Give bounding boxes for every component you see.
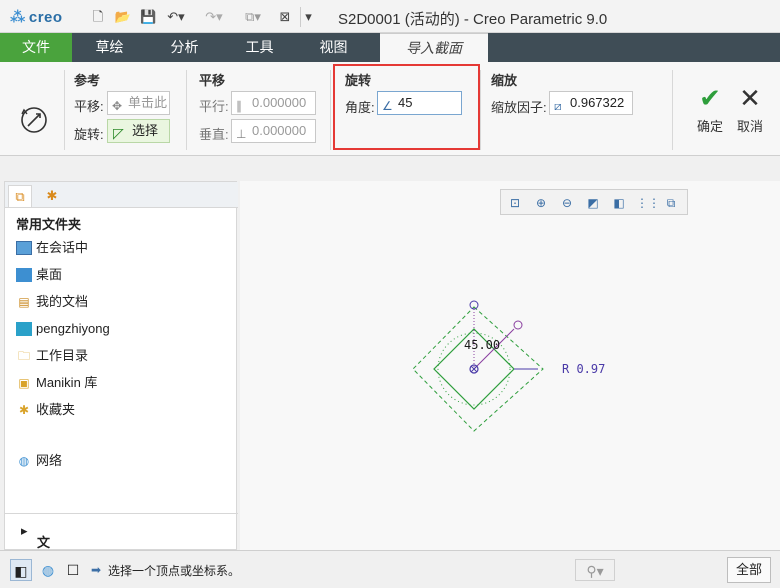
graphics-window[interactable]: ⊡ ⊕ ⊖ ◩ ◧ ⋮⋮ ⧉ 45.00 R 0.97 [240,181,780,550]
sketch-canvas: 45.00 R 0.97 [412,300,605,432]
perpendicular-input[interactable]: ⊥ 0.000000 [231,119,316,143]
reference-group-title: 参考 [74,73,101,88]
window-title: S2D0001 (活动的) - Creo Parametric 9.0 [338,11,608,28]
scale-group-title: 缩放 [491,73,518,88]
cancel-button[interactable]: ✕ 取消 [730,84,770,135]
translate-ref-placeholder: 单击此 [128,95,168,110]
network-icon: ◍ [18,454,30,468]
parallel-label: 平行: [199,99,229,114]
redo-icon[interactable]: ↷▾ [201,7,227,27]
customize-toolbar-icon[interactable]: ▾ [300,7,316,27]
translate-ref-collector[interactable]: ✥ 单击此 [107,91,170,115]
working-folder-icon: 🗀 [17,349,30,363]
folder-label: 我的文档 [36,294,89,309]
folder-label: 工作目录 [36,348,89,363]
folder-label: 收藏夹 [36,402,76,417]
folder-item-working-directory[interactable]: 🗀 工作目录 [16,346,88,366]
folder-label: 桌面 [36,267,63,282]
close-window-icon[interactable]: ⊠ [277,7,293,27]
folder-item-in-session[interactable]: 在会话中 [16,238,88,258]
message-arrow-icon: ➡ [90,563,102,577]
fullscreen-icon[interactable]: ☐ [62,559,84,581]
folder-item-pengzhiyong[interactable]: pengzhiyong [16,319,110,339]
creo-logo: ⁂ creo [10,9,63,26]
monitor-icon [16,241,32,255]
scale-factor-value: 0.967322 [570,95,625,110]
common-folders-header: 常用文件夹 [16,217,82,232]
folder-label: 在会话中 [36,240,89,255]
scale-dimension[interactable]: R 0.97 [562,362,605,376]
ok-button[interactable]: ✔ 确定 [690,84,730,135]
model-tree-tab-icon[interactable]: ⧉ [8,185,32,207]
documents-icon: ▤ [18,295,30,309]
move-icon: ✥ [112,99,123,113]
selection-filter-dropdown[interactable]: 全部 [727,557,771,583]
scale-factor-input[interactable]: ⧄ 0.967322 [549,91,633,115]
ok-label: 确定 [696,119,723,134]
rotate-ref-select-label: 选择 [132,123,159,138]
navigator-tabs: ⧉ ✱ [5,182,238,208]
user-computer-icon [16,322,32,336]
translate-group-title: 平移 [199,73,226,88]
network-label: 网络 [36,453,63,468]
open-folder-icon[interactable]: 📂 [114,7,132,27]
cancel-label: 取消 [736,119,763,134]
status-message: 选择一个顶点或坐标系。 [108,564,241,578]
close-icon: ✕ [739,83,761,113]
rotate-handle-icon[interactable] [14,100,54,140]
new-file-icon[interactable]: 🗋 [90,7,106,27]
rotate-ref-label: 旋转: [74,127,104,142]
rotation-handle-angled [513,320,523,330]
manikin-library-icon: ▣ [18,376,30,390]
perpendicular-label: 垂直: [199,127,229,142]
perpendicular-icon: ⊥ [236,127,247,141]
folder-item-desktop[interactable]: 桌面 [16,265,62,285]
parallel-value: 0.000000 [252,95,307,110]
tab-sketch[interactable]: 草绘 [82,33,137,62]
desktop-icon [16,268,32,282]
folder-label: Manikin 库 [36,375,98,390]
parallel-input[interactable]: ∥ 0.000000 [231,91,316,115]
regenerate-icon[interactable]: ⧉▾ [239,7,267,27]
browser-toggle-icon[interactable]: ◍ [37,559,59,581]
folder-item-network[interactable]: ◍ 网络 [16,451,62,471]
status-bar: ◧ ◍ ☐ ➡ 选择一个顶点或坐标系。 ⚲▾ 全部 [0,550,780,588]
tab-analysis[interactable]: 分析 [157,33,212,62]
select-curve-icon: ◸ [113,125,124,141]
parallel-icon: ∥ [236,99,242,113]
checkmark-icon: ✔ [699,83,721,113]
folder-tree-label: ▸ 文件夹树 [21,523,50,588]
save-icon[interactable]: 💾 [140,7,156,27]
angle-dimension[interactable]: 45.00 [464,338,500,352]
scale-icon: ⧄ [554,99,562,113]
folder-tree-toggle[interactable]: ▸ 文件夹树 [5,513,238,588]
folder-item-documents[interactable]: ▤ 我的文档 [16,292,88,312]
folder-label: pengzhiyong [36,321,110,336]
folder-item-manikin-library[interactable]: ▣ Manikin 库 [16,373,97,393]
tab-view[interactable]: 视图 [306,33,361,62]
tab-file[interactable]: 文件 [0,33,72,62]
navigator-pane: ⧉ ✱ 常用文件夹 在会话中 桌面 ▤ 我的文档 pengzhiyong 🗀 工… [4,181,238,588]
navigator-toggle-icon[interactable]: ◧ [10,559,32,581]
title-bar: ⁂ creo 🗋 📂 💾 ↶▾ ↷▾ ⧉▾ ⊠ ▾ S2D0001 (活动的) -… [0,0,780,33]
perpendicular-value: 0.000000 [252,123,307,138]
scale-factor-label: 缩放因子: [491,100,547,115]
favorites-icon: ✱ [18,403,30,417]
ribbon-tab-bar: 文件 草绘 分析 工具 视图 导入截面 [0,33,780,62]
folder-item-favorites[interactable]: ✱ 收藏夹 [16,400,75,420]
tab-import-section[interactable]: 导入截面 [380,33,488,62]
translate-ref-label: 平移: [74,99,104,114]
favorites-tab-icon[interactable]: ✱ [40,185,64,207]
rotate-group-highlight [333,64,480,150]
rotate-ref-select-button[interactable]: ◸ 选择 [107,119,170,143]
tab-tools[interactable]: 工具 [232,33,287,62]
binoculars-icon[interactable]: ⚲▾ [575,559,615,581]
rotation-handle-top [469,300,479,310]
undo-icon[interactable]: ↶▾ [163,7,189,27]
